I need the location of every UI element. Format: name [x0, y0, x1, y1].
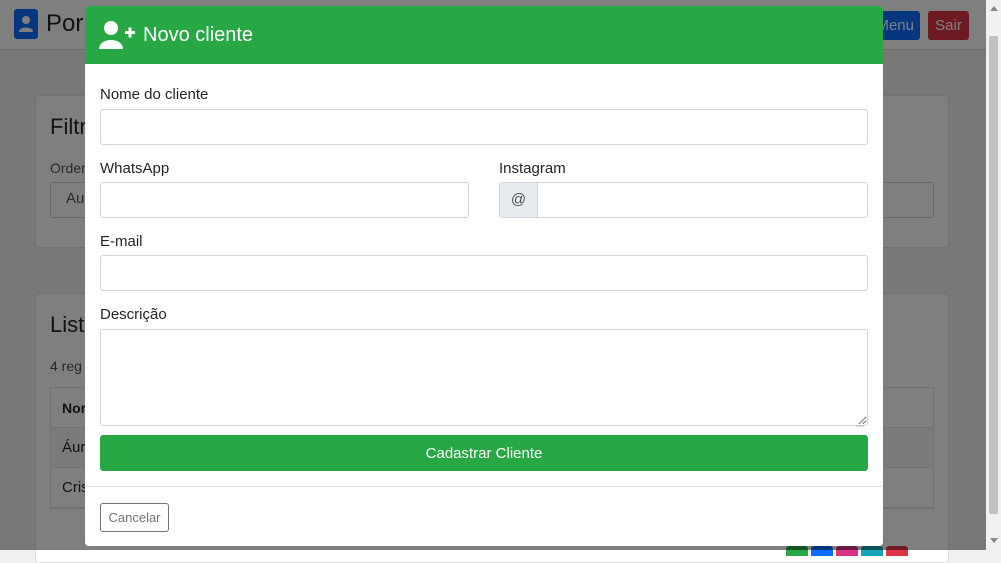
modal-footer: Cancelar: [85, 486, 883, 546]
instagram-at-prefix: @: [499, 182, 538, 218]
submit-client-button[interactable]: Cadastrar Cliente: [100, 435, 868, 471]
instagram-field[interactable]: [537, 182, 868, 218]
scroll-up-arrow-icon[interactable]: [990, 6, 998, 11]
whatsapp-field[interactable]: [100, 182, 469, 218]
instagram-label: Instagram: [499, 160, 566, 177]
description-field[interactable]: [100, 329, 868, 426]
user-plus-icon: [99, 20, 135, 50]
name-field[interactable]: [100, 109, 868, 145]
email-field[interactable]: [100, 255, 868, 291]
description-label: Descrição: [100, 306, 167, 323]
modal-title: Novo cliente: [143, 23, 254, 46]
resize-grip-icon[interactable]: [856, 414, 864, 427]
new-client-modal: Novo cliente Nome do cliente WhatsApp In…: [85, 6, 883, 546]
scrollbar-thumb[interactable]: [989, 36, 998, 514]
whatsapp-label: WhatsApp: [100, 160, 170, 177]
email-label: E-mail: [100, 233, 143, 250]
cancel-button[interactable]: Cancelar: [100, 503, 169, 532]
name-label: Nome do cliente: [100, 86, 209, 103]
modal-header: Novo cliente: [85, 6, 883, 64]
scroll-down-arrow-icon[interactable]: [990, 538, 998, 543]
